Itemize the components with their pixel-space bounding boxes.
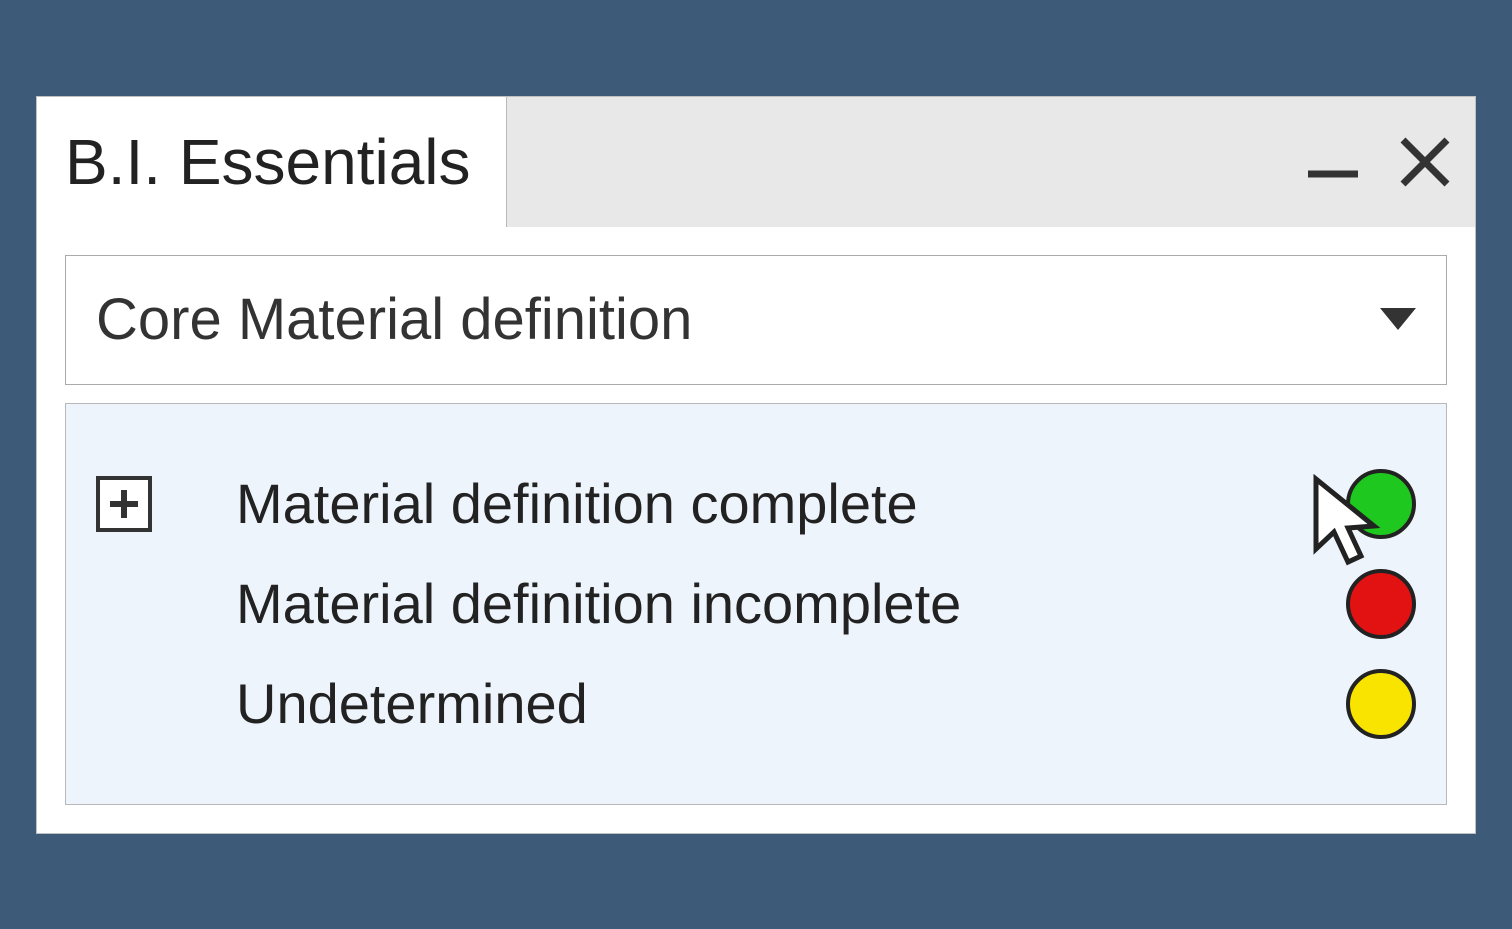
legend-row-incomplete: Material definition incomplete bbox=[96, 554, 1416, 654]
minimize-icon bbox=[1303, 132, 1363, 192]
plus-icon bbox=[106, 486, 142, 522]
definition-dropdown[interactable]: Core Material definition bbox=[65, 255, 1447, 385]
legend-row-complete: Material definition complete bbox=[96, 454, 1416, 554]
close-icon bbox=[1395, 132, 1455, 192]
titlebar-controls bbox=[507, 97, 1475, 227]
legend-label-complete: Material definition complete bbox=[236, 471, 1326, 536]
chevron-down-icon bbox=[1380, 308, 1416, 332]
title-tab: B.I. Essentials bbox=[37, 97, 507, 227]
titlebar: B.I. Essentials bbox=[37, 97, 1475, 227]
status-indicator-green[interactable] bbox=[1346, 469, 1416, 539]
bi-essentials-panel: B.I. Essentials Core Material definition bbox=[36, 96, 1476, 834]
dropdown-selected-text: Core Material definition bbox=[96, 286, 692, 353]
legend-label-incomplete: Material definition incomplete bbox=[236, 571, 1326, 636]
status-indicator-yellow[interactable] bbox=[1346, 669, 1416, 739]
content-area: Core Material definition Material defini… bbox=[37, 227, 1475, 833]
status-indicator-red[interactable] bbox=[1346, 569, 1416, 639]
minimize-button[interactable] bbox=[1303, 132, 1363, 192]
expand-cell bbox=[96, 476, 236, 532]
panel-title: B.I. Essentials bbox=[65, 125, 471, 199]
expand-button[interactable] bbox=[96, 476, 152, 532]
legend-box: Material definition complete Material de… bbox=[65, 403, 1447, 805]
legend-label-undetermined: Undetermined bbox=[236, 671, 1326, 736]
legend-row-undetermined: Undetermined bbox=[96, 654, 1416, 754]
close-button[interactable] bbox=[1395, 132, 1455, 192]
